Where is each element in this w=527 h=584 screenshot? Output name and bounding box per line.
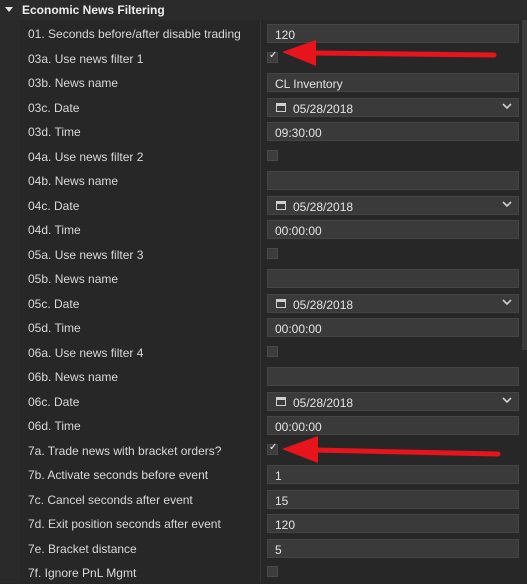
field-value: 05/28/2018 xyxy=(293,395,354,410)
text-field[interactable]: 1 xyxy=(267,465,519,484)
text-field[interactable]: 00:00:00 xyxy=(267,416,519,435)
field-value: 120 xyxy=(275,518,296,532)
field-value: 05/28/2018 xyxy=(293,101,354,116)
text-field[interactable]: 09:30:00 xyxy=(267,122,519,141)
field-value: 00:00:00 xyxy=(275,420,322,434)
field-value: 5 xyxy=(275,542,282,557)
property-row: 05a. Use news filter 3 xyxy=(0,242,520,266)
date-picker[interactable]: 05/28/2018 xyxy=(267,97,519,117)
property-row: 7b. Activate seconds before event 1 xyxy=(0,462,520,486)
checkbox[interactable] xyxy=(267,566,278,577)
calendar-icon[interactable] xyxy=(276,200,286,210)
field-value: 00:00:00 xyxy=(275,322,322,336)
text-field[interactable]: 00:00:00 xyxy=(267,220,519,239)
chevron-down-icon[interactable] xyxy=(502,395,512,408)
property-row: 06b. News name xyxy=(0,364,520,388)
property-row: 04d. Time 00:00:00 xyxy=(0,217,520,241)
property-row: 06d. Time 00:00:00 xyxy=(0,413,520,437)
calendar-icon[interactable] xyxy=(276,298,286,308)
property-label: 06a. Use news filter 4 xyxy=(28,345,144,360)
chevron-down-icon[interactable] xyxy=(502,297,512,310)
property-label: 03c. Date xyxy=(28,100,80,115)
scrollbar[interactable] xyxy=(522,20,527,350)
text-field[interactable]: 00:00:00 xyxy=(267,318,519,337)
property-row: 04a. Use news filter 2 xyxy=(0,144,520,168)
property-label: 7c. Cancel seconds after event xyxy=(28,492,193,507)
text-field[interactable] xyxy=(267,269,519,288)
date-picker[interactable]: 05/28/2018 xyxy=(267,195,519,215)
property-label: 06b. News name xyxy=(28,370,119,384)
property-label: 06c. Date xyxy=(28,394,80,409)
checkbox[interactable]: ✓ xyxy=(267,49,278,63)
property-label: 04d. Time xyxy=(28,223,81,237)
text-field[interactable]: CL Inventory xyxy=(267,73,519,92)
text-field[interactable] xyxy=(267,171,519,190)
property-label: 7f. Ignore PnL Mgmt xyxy=(28,566,137,580)
property-label: 03a. Use news filter 1 xyxy=(28,51,144,66)
property-row: 03b. News name CL Inventory xyxy=(0,70,520,94)
checkmark-icon: ✓ xyxy=(269,441,278,453)
field-value: 00:00:00 xyxy=(275,224,322,238)
field-value: 05/28/2018 xyxy=(293,199,354,214)
property-row: 06a. Use news filter 4 xyxy=(0,340,520,364)
calendar-icon[interactable] xyxy=(276,102,286,112)
triangle-down-icon[interactable] xyxy=(5,7,13,12)
property-label: 06d. Time xyxy=(28,419,81,433)
property-row: 03c. Date 05/28/2018 xyxy=(0,95,520,119)
property-label: 7e. Bracket distance xyxy=(28,541,137,556)
field-value: 09:30:00 xyxy=(275,126,322,140)
section-header[interactable]: Economic News Filtering xyxy=(0,0,527,20)
field-value: 05/28/2018 xyxy=(293,297,354,312)
property-row: 04c. Date 05/28/2018 xyxy=(0,193,520,217)
text-field[interactable]: 15 xyxy=(267,489,519,509)
property-row: 03d. Time 09:30:00 xyxy=(0,119,520,143)
property-label: 04a. Use news filter 2 xyxy=(28,149,144,164)
property-label: 05b. News name xyxy=(28,272,119,286)
date-picker[interactable]: 05/28/2018 xyxy=(267,391,519,411)
property-row: 7f. Ignore PnL Mgmt xyxy=(0,560,520,584)
chevron-down-icon[interactable] xyxy=(502,199,512,212)
field-value: CL Inventory xyxy=(275,77,343,91)
property-row: 05d. Time 00:00:00 xyxy=(0,315,520,339)
text-field[interactable] xyxy=(267,367,519,386)
field-value: 1 xyxy=(275,469,282,483)
checkbox[interactable] xyxy=(267,345,278,357)
checkmark-icon: ✓ xyxy=(269,49,278,61)
property-label: 03b. News name xyxy=(28,76,119,90)
property-label: 04b. News name xyxy=(28,174,119,188)
property-label: 7a. Trade news with bracket orders? xyxy=(28,443,222,458)
property-row: 7e. Bracket distance 5 xyxy=(0,536,520,560)
red-arrow-icon xyxy=(282,40,497,66)
date-picker[interactable]: 05/28/2018 xyxy=(267,293,519,313)
property-label: 7d. Exit position seconds after event xyxy=(28,517,221,531)
checkbox[interactable] xyxy=(267,247,278,259)
text-field[interactable]: 5 xyxy=(267,538,519,558)
property-row: 7c. Cancel seconds after event 15 xyxy=(0,487,520,511)
property-label: 01. Seconds before/after disable trading xyxy=(28,27,241,41)
property-row: 05b. News name xyxy=(0,266,520,290)
property-label: 7b. Activate seconds before event xyxy=(28,468,209,482)
checkbox[interactable] xyxy=(267,149,278,161)
chevron-down-icon[interactable] xyxy=(502,101,512,114)
property-label: 05c. Date xyxy=(28,296,80,311)
section-title: Economic News Filtering xyxy=(22,3,165,17)
field-value: 15 xyxy=(275,493,289,508)
property-label: 04c. Date xyxy=(28,198,80,213)
property-label: 05d. Time xyxy=(28,321,81,335)
property-row: 7d. Exit position seconds after event 120 xyxy=(0,511,520,535)
property-label: 03d. Time xyxy=(28,125,81,139)
red-arrow-icon xyxy=(282,436,501,463)
property-row: 06c. Date 05/28/2018 xyxy=(0,389,520,413)
calendar-icon[interactable] xyxy=(276,396,286,406)
text-field[interactable]: 120 xyxy=(267,514,519,533)
property-label: 05a. Use news filter 3 xyxy=(28,247,144,262)
property-row: 04b. News name xyxy=(0,168,520,192)
property-row: 05c. Date 05/28/2018 xyxy=(0,291,520,315)
checkbox[interactable]: ✓ xyxy=(267,441,278,455)
